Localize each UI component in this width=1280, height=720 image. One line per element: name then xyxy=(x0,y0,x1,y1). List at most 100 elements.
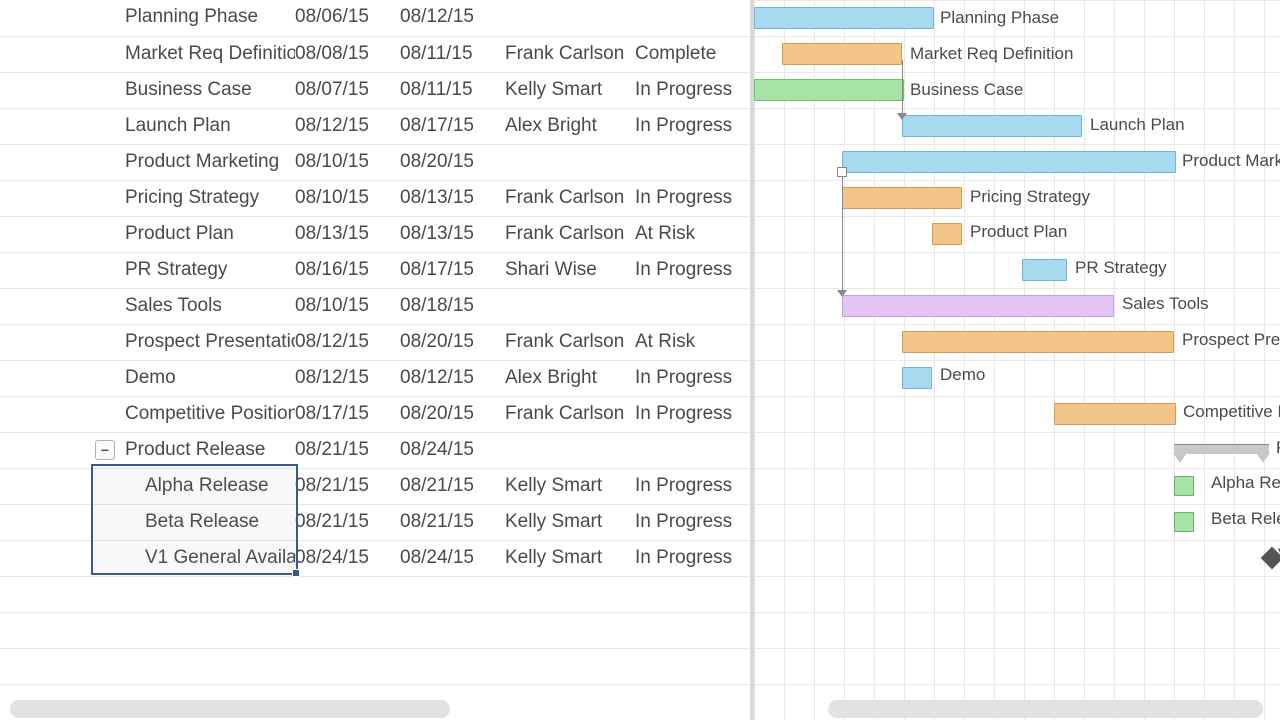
start-date-cell[interactable]: 08/13/15 xyxy=(295,217,400,252)
task-name-cell[interactable]: Business Case xyxy=(95,73,295,108)
start-date-cell[interactable]: 08/21/15 xyxy=(295,469,400,504)
owner-cell[interactable]: Alex Bright xyxy=(505,361,635,396)
task-table[interactable]: Planning Phase08/06/1508/12/15Market Req… xyxy=(0,0,750,720)
gantt-bar[interactable] xyxy=(782,43,902,65)
table-row[interactable]: Product Plan08/13/1508/13/15Frank Carlso… xyxy=(0,216,750,252)
status-cell[interactable]: At Risk xyxy=(635,325,745,360)
table-row[interactable]: Planning Phase08/06/1508/12/15 xyxy=(0,0,750,36)
start-date-cell[interactable]: 08/08/15 xyxy=(295,37,400,72)
owner-cell[interactable]: Alex Bright xyxy=(505,109,635,144)
milestone-marker[interactable] xyxy=(1174,512,1194,532)
table-row[interactable]: Competitive Positioning08/17/1508/20/15F… xyxy=(0,396,750,432)
task-name-cell[interactable]: Demo xyxy=(95,361,295,396)
task-name-cell[interactable]: Alpha Release xyxy=(95,469,295,504)
end-date-cell[interactable]: 08/21/15 xyxy=(400,469,505,504)
task-name-cell[interactable]: Prospect Presentation xyxy=(95,325,295,360)
start-date-cell[interactable]: 08/12/15 xyxy=(295,109,400,144)
end-date-cell[interactable]: 08/21/15 xyxy=(400,505,505,540)
owner-cell[interactable]: Kelly Smart xyxy=(505,73,635,108)
status-cell[interactable]: In Progress xyxy=(635,181,745,216)
status-cell[interactable] xyxy=(635,289,745,324)
status-cell[interactable]: In Progress xyxy=(635,541,745,576)
end-date-cell[interactable]: 08/24/15 xyxy=(400,433,505,468)
start-date-cell[interactable]: 08/12/15 xyxy=(295,325,400,360)
end-date-cell[interactable]: 08/18/15 xyxy=(400,289,505,324)
task-name-cell[interactable]: Planning Phase xyxy=(95,0,295,36)
start-date-cell[interactable]: 08/12/15 xyxy=(295,361,400,396)
owner-cell[interactable]: Frank Carlson xyxy=(505,325,635,360)
owner-cell[interactable]: Kelly Smart xyxy=(505,505,635,540)
status-cell[interactable]: At Risk xyxy=(635,217,745,252)
collapse-toggle[interactable]: − xyxy=(95,440,115,460)
start-date-cell[interactable]: 08/16/15 xyxy=(295,253,400,288)
gantt-bar[interactable] xyxy=(842,295,1114,317)
status-cell[interactable]: In Progress xyxy=(635,505,745,540)
task-name-cell[interactable]: V1 General Availability xyxy=(95,541,295,576)
status-cell[interactable]: In Progress xyxy=(635,397,745,432)
end-date-cell[interactable]: 08/12/15 xyxy=(400,361,505,396)
task-name-cell[interactable]: Beta Release xyxy=(95,505,295,540)
task-name-cell[interactable]: Sales Tools xyxy=(95,289,295,324)
end-date-cell[interactable]: 08/20/15 xyxy=(400,145,505,180)
horizontal-scrollbar-left[interactable] xyxy=(10,700,450,718)
task-name-cell[interactable]: −Product Release xyxy=(95,433,295,468)
owner-cell[interactable] xyxy=(505,0,635,36)
start-date-cell[interactable]: 08/10/15 xyxy=(295,145,400,180)
owner-cell[interactable]: Shari Wise xyxy=(505,253,635,288)
gantt-bar[interactable] xyxy=(902,331,1174,353)
table-row[interactable]: Demo08/12/1508/12/15Alex BrightIn Progre… xyxy=(0,360,750,396)
status-cell[interactable]: In Progress xyxy=(635,73,745,108)
table-row[interactable]: Business Case08/07/1508/11/15Kelly Smart… xyxy=(0,72,750,108)
status-cell[interactable] xyxy=(635,433,745,468)
gantt-bar[interactable] xyxy=(902,115,1082,137)
gantt-bar[interactable] xyxy=(1054,403,1176,425)
table-row[interactable]: Launch Plan08/12/1508/17/15Alex BrightIn… xyxy=(0,108,750,144)
gantt-bar[interactable] xyxy=(932,223,962,245)
task-name-cell[interactable]: Competitive Positioning xyxy=(95,397,295,432)
start-date-cell[interactable]: 08/10/15 xyxy=(295,181,400,216)
task-name-cell[interactable]: Market Req Definition xyxy=(95,37,295,72)
start-date-cell[interactable]: 08/24/15 xyxy=(295,541,400,576)
owner-cell[interactable]: Frank Carlson xyxy=(505,397,635,432)
start-date-cell[interactable]: 08/07/15 xyxy=(295,73,400,108)
gantt-bar[interactable] xyxy=(754,7,934,29)
task-name-cell[interactable]: Pricing Strategy xyxy=(95,181,295,216)
end-date-cell[interactable]: 08/12/15 xyxy=(400,0,505,36)
table-row[interactable]: −Product Release08/21/1508/24/15 xyxy=(0,432,750,468)
owner-cell[interactable]: Frank Carlson xyxy=(505,217,635,252)
table-row[interactable]: Alpha Release08/21/1508/21/15Kelly Smart… xyxy=(0,468,750,504)
owner-cell[interactable]: Frank Carlson xyxy=(505,37,635,72)
start-date-cell[interactable]: 08/06/15 xyxy=(295,0,400,36)
task-name-cell[interactable]: Product Plan xyxy=(95,217,295,252)
milestone-marker[interactable] xyxy=(1174,476,1194,496)
status-cell[interactable]: In Progress xyxy=(635,253,745,288)
end-date-cell[interactable]: 08/24/15 xyxy=(400,541,505,576)
status-cell[interactable]: In Progress xyxy=(635,109,745,144)
start-date-cell[interactable]: 08/21/15 xyxy=(295,505,400,540)
owner-cell[interactable] xyxy=(505,145,635,180)
owner-cell[interactable]: Kelly Smart xyxy=(505,469,635,504)
task-name-cell[interactable]: Product Marketing xyxy=(95,145,295,180)
gantt-bar[interactable] xyxy=(842,187,962,209)
end-date-cell[interactable]: 08/17/15 xyxy=(400,253,505,288)
status-cell[interactable] xyxy=(635,145,745,180)
start-date-cell[interactable]: 08/21/15 xyxy=(295,433,400,468)
status-cell[interactable]: In Progress xyxy=(635,469,745,504)
task-name-cell[interactable]: Launch Plan xyxy=(95,109,295,144)
table-row[interactable]: Sales Tools08/10/1508/18/15 xyxy=(0,288,750,324)
gantt-bar[interactable] xyxy=(1022,259,1067,281)
end-date-cell[interactable]: 08/20/15 xyxy=(400,397,505,432)
gantt-summary-bar[interactable] xyxy=(1174,444,1269,454)
table-row[interactable]: Product Marketing08/10/1508/20/15 xyxy=(0,144,750,180)
end-date-cell[interactable]: 08/11/15 xyxy=(400,73,505,108)
status-cell[interactable]: Complete xyxy=(635,37,745,72)
table-row[interactable]: Pricing Strategy08/10/1508/13/15Frank Ca… xyxy=(0,180,750,216)
start-date-cell[interactable]: 08/17/15 xyxy=(295,397,400,432)
table-row[interactable]: V1 General Availability08/24/1508/24/15K… xyxy=(0,540,750,576)
status-cell[interactable] xyxy=(635,0,745,36)
owner-cell[interactable]: Kelly Smart xyxy=(505,541,635,576)
status-cell[interactable]: In Progress xyxy=(635,361,745,396)
owner-cell[interactable]: Frank Carlson xyxy=(505,181,635,216)
start-date-cell[interactable]: 08/10/15 xyxy=(295,289,400,324)
gantt-chart[interactable]: Planning PhaseMarket Req DefinitionBusin… xyxy=(750,0,1280,720)
